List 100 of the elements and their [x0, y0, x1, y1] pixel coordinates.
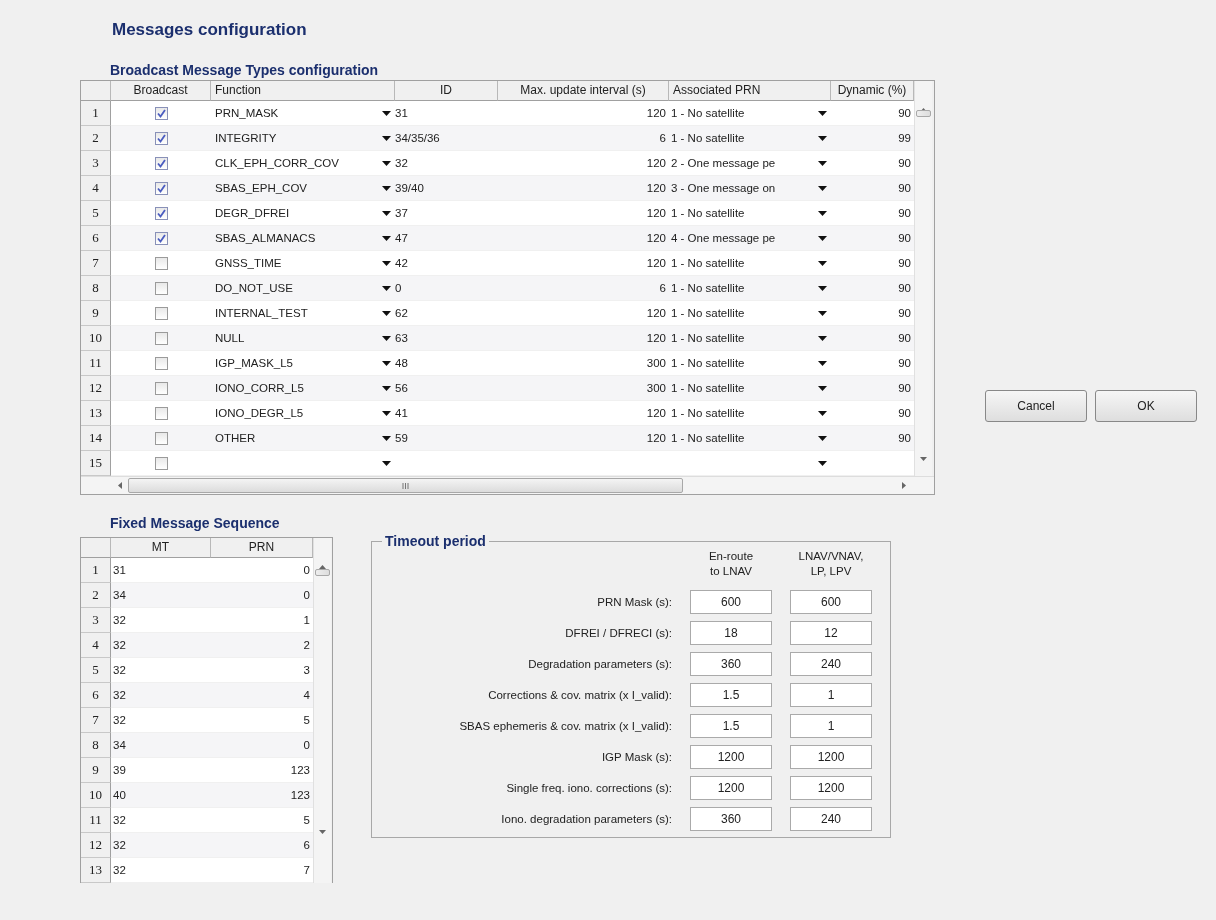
scrollbar-thumb[interactable]	[916, 110, 931, 117]
dropdown-arrow-icon[interactable]	[818, 385, 827, 391]
dropdown-arrow-icon[interactable]	[818, 285, 827, 291]
dropdown-cell[interactable]: 1 - No satellite	[669, 426, 831, 450]
dropdown-arrow-icon[interactable]	[382, 285, 391, 291]
dropdown-cell[interactable]: 1 - No satellite	[669, 326, 831, 350]
input-field[interactable]: 1200	[690, 776, 772, 800]
checkbox[interactable]	[154, 431, 168, 445]
input-field[interactable]: 240	[790, 807, 872, 831]
dropdown-arrow-icon[interactable]	[382, 410, 391, 416]
dropdown-cell[interactable]: DEGR_DFREI	[211, 201, 395, 225]
dropdown-cell[interactable]: 3 - One message on	[669, 176, 831, 200]
input-field[interactable]: 1200	[790, 745, 872, 769]
dropdown-arrow-icon[interactable]	[818, 460, 827, 466]
dropdown-arrow-icon[interactable]	[382, 435, 391, 441]
dropdown-cell[interactable]: 1 - No satellite	[669, 201, 831, 225]
dropdown-cell[interactable]: DO_NOT_USE	[211, 276, 395, 300]
horizontal-scrollbar[interactable]	[81, 476, 934, 494]
checkbox[interactable]	[154, 131, 168, 145]
scroll-right-icon[interactable]	[901, 482, 906, 489]
checkbox[interactable]	[154, 281, 168, 295]
dropdown-arrow-icon[interactable]	[382, 185, 391, 191]
dropdown-cell[interactable]: 1 - No satellite	[669, 126, 831, 150]
input-field[interactable]: 1200	[790, 776, 872, 800]
dropdown-cell[interactable]: 1 - No satellite	[669, 276, 831, 300]
scroll-left-icon[interactable]	[117, 482, 122, 489]
dropdown-cell[interactable]: SBAS_ALMANACS	[211, 226, 395, 250]
input-field[interactable]: 18	[690, 621, 772, 645]
dropdown-cell[interactable]: 1 - No satellite	[669, 401, 831, 425]
dropdown-arrow-icon[interactable]	[382, 360, 391, 366]
dropdown-cell[interactable]: INTEGRITY	[211, 126, 395, 150]
ok-button[interactable]: OK	[1095, 390, 1197, 422]
dropdown-cell[interactable]: 1 - No satellite	[669, 301, 831, 325]
dropdown-arrow-icon[interactable]	[382, 160, 391, 166]
dropdown-arrow-icon[interactable]	[818, 235, 827, 241]
checkbox[interactable]	[154, 356, 168, 370]
checkbox[interactable]	[154, 306, 168, 320]
dropdown-cell[interactable]: IGP_MASK_L5	[211, 351, 395, 375]
dropdown-cell[interactable]: 1 - No satellite	[669, 101, 831, 125]
dropdown-arrow-icon[interactable]	[818, 110, 827, 116]
input-field[interactable]: 600	[690, 590, 772, 614]
dropdown-arrow-icon[interactable]	[382, 460, 391, 466]
dropdown-arrow-icon[interactable]	[818, 210, 827, 216]
scroll-down-icon[interactable]	[319, 829, 326, 834]
dropdown-cell[interactable]: SBAS_EPH_COV	[211, 176, 395, 200]
scroll-down-icon[interactable]	[920, 456, 927, 461]
cancel-button[interactable]: Cancel	[985, 390, 1087, 422]
dropdown-arrow-icon[interactable]	[382, 210, 391, 216]
dropdown-cell[interactable]: 2 - One message pe	[669, 151, 831, 175]
dropdown-cell[interactable]: IONO_CORR_L5	[211, 376, 395, 400]
dropdown-cell[interactable]: IONO_DEGR_L5	[211, 401, 395, 425]
dropdown-cell[interactable]: CLK_EPH_CORR_COV	[211, 151, 395, 175]
dropdown-arrow-icon[interactable]	[818, 310, 827, 316]
input-field[interactable]: 1	[790, 683, 872, 707]
dropdown-cell[interactable]: PRN_MASK	[211, 101, 395, 125]
vertical-scrollbar[interactable]	[914, 81, 932, 476]
dropdown-arrow-icon[interactable]	[818, 185, 827, 191]
checkbox[interactable]	[154, 456, 168, 470]
dropdown-cell[interactable]: GNSS_TIME	[211, 251, 395, 275]
dropdown-arrow-icon[interactable]	[818, 335, 827, 341]
input-field[interactable]: 12	[790, 621, 872, 645]
dropdown-cell[interactable]: NULL	[211, 326, 395, 350]
checkbox[interactable]	[154, 231, 168, 245]
dropdown-arrow-icon[interactable]	[382, 260, 391, 266]
input-field[interactable]: 1.5	[690, 714, 772, 738]
dropdown-cell[interactable]: 4 - One message pe	[669, 226, 831, 250]
input-field[interactable]: 1.5	[690, 683, 772, 707]
input-field[interactable]: 1	[790, 714, 872, 738]
dropdown-arrow-icon[interactable]	[818, 410, 827, 416]
dropdown-cell[interactable]: 1 - No satellite	[669, 251, 831, 275]
dropdown-arrow-icon[interactable]	[818, 435, 827, 441]
dropdown-arrow-icon[interactable]	[818, 135, 827, 141]
input-field[interactable]: 240	[790, 652, 872, 676]
dropdown-arrow-icon[interactable]	[382, 385, 391, 391]
checkbox[interactable]	[154, 181, 168, 195]
dropdown-arrow-icon[interactable]	[382, 310, 391, 316]
checkbox[interactable]	[154, 381, 168, 395]
checkbox[interactable]	[154, 156, 168, 170]
dropdown-arrow-icon[interactable]	[818, 360, 827, 366]
input-field[interactable]: 360	[690, 807, 772, 831]
checkbox[interactable]	[154, 256, 168, 270]
dropdown-cell[interactable]: 1 - No satellite	[669, 376, 831, 400]
dropdown-arrow-icon[interactable]	[818, 260, 827, 266]
checkbox[interactable]	[154, 206, 168, 220]
input-field[interactable]: 1200	[690, 745, 772, 769]
dropdown-cell[interactable]: 1 - No satellite	[669, 351, 831, 375]
dropdown-cell[interactable]: INTERNAL_TEST	[211, 301, 395, 325]
dropdown-arrow-icon[interactable]	[382, 110, 391, 116]
dropdown-arrow-icon[interactable]	[382, 135, 391, 141]
dropdown-arrow-icon[interactable]	[818, 160, 827, 166]
dropdown-arrow-icon[interactable]	[382, 235, 391, 241]
checkbox[interactable]	[154, 106, 168, 120]
checkbox[interactable]	[154, 406, 168, 420]
dropdown-cell[interactable]: OTHER	[211, 426, 395, 450]
vertical-scrollbar[interactable]	[313, 538, 331, 883]
input-field[interactable]: 360	[690, 652, 772, 676]
checkbox[interactable]	[154, 331, 168, 345]
scrollbar-thumb[interactable]	[315, 569, 330, 576]
dropdown-arrow-icon[interactable]	[382, 335, 391, 341]
input-field[interactable]: 600	[790, 590, 872, 614]
